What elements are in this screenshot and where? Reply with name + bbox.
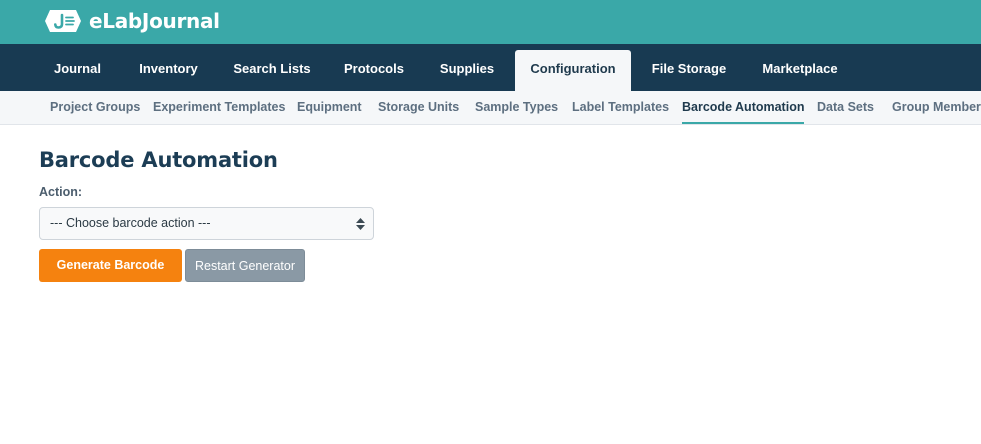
sub-nav-tab-barcode-automation[interactable]: Barcode Automation [682,91,805,124]
action-label: Action: [39,185,83,199]
sub-nav-tab-group-members[interactable]: Group Members [892,91,981,124]
sub-nav: Project Groups Experiment Templates Equi… [0,91,981,125]
elabjournal-logo-icon [45,10,81,32]
brand-bar: eLabJournal [0,0,981,44]
page-title: Barcode Automation [39,148,278,172]
main-nav-tab-journal[interactable]: Journal [41,44,114,91]
main-nav-tab-configuration[interactable]: Configuration [515,50,631,91]
restart-generator-button[interactable]: Restart Generator [185,249,305,282]
sort-arrows-icon [356,218,365,230]
main-nav-tab-file-storage[interactable]: File Storage [640,44,738,91]
sub-nav-tab-equipment[interactable]: Equipment [297,91,362,124]
main-nav-tab-marketplace[interactable]: Marketplace [748,44,852,91]
sub-nav-tab-experiment-templates[interactable]: Experiment Templates [153,91,285,124]
main-nav-tab-search-lists[interactable]: Search Lists [222,44,322,91]
main-nav-tab-inventory[interactable]: Inventory [124,44,213,91]
main-nav-tab-protocols[interactable]: Protocols [331,44,417,91]
sub-nav-tab-sample-types[interactable]: Sample Types [475,91,558,124]
brand-name: eLabJournal [89,9,220,33]
generate-barcode-button[interactable]: Generate Barcode [39,249,182,282]
sub-nav-tab-storage-units[interactable]: Storage Units [378,91,459,124]
barcode-action-select-value: --- Choose barcode action --- [50,216,211,230]
main-nav-tab-supplies[interactable]: Supplies [426,44,508,91]
barcode-action-select[interactable]: --- Choose barcode action --- [39,207,374,240]
sub-nav-tab-data-sets[interactable]: Data Sets [817,91,874,124]
main-nav: Journal Inventory Search Lists Protocols… [0,44,981,91]
brand-logo[interactable]: eLabJournal [44,9,220,33]
sub-nav-tab-label-templates[interactable]: Label Templates [572,91,669,124]
sub-nav-tab-project-groups[interactable]: Project Groups [50,91,140,124]
